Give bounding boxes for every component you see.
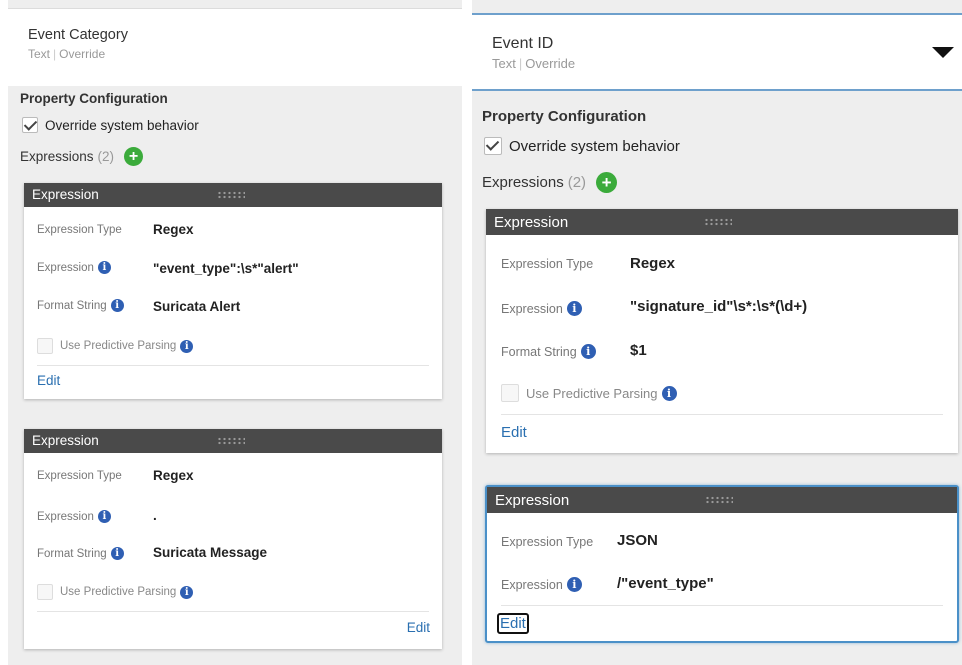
info-icon[interactable]: i: [566, 301, 582, 316]
drag-handle-icon[interactable]: [704, 218, 732, 226]
expression-label: Expression i: [501, 301, 582, 316]
drag-handle-icon[interactable]: [217, 437, 245, 445]
predictive-parsing-row[interactable]: Use Predictive Parsing i: [37, 584, 194, 600]
expression-type-value: JSON: [617, 532, 658, 549]
expression-type-label: Expression Type: [501, 257, 594, 271]
info-icon[interactable]: i: [180, 585, 194, 599]
expression-card-title: Expression: [494, 214, 569, 231]
override-label: Override system behavior: [45, 117, 199, 133]
card-divider: [501, 605, 943, 606]
expression-type-value: Regex: [153, 222, 194, 237]
property-name: Event Category: [28, 27, 128, 43]
expression-value: "signature_id"\s*:\s*(\d+): [630, 298, 808, 315]
expression-label: Expression i: [501, 577, 582, 592]
format-string-value: $1: [630, 342, 647, 359]
property-name: Event ID: [492, 35, 554, 52]
card-divider: [501, 414, 943, 415]
predictive-parsing-row[interactable]: Use Predictive Parsing i: [501, 384, 677, 402]
info-icon[interactable]: i: [97, 261, 111, 274]
expression-card-title: Expression: [495, 492, 570, 509]
format-string-label: Format String i: [501, 344, 596, 359]
edit-link[interactable]: Edit: [501, 424, 527, 441]
expression-type-value: Regex: [153, 468, 194, 483]
edit-link[interactable]: Edit: [37, 373, 60, 388]
add-icon[interactable]: +: [596, 172, 618, 193]
config-title: Property Configuration: [482, 108, 647, 125]
expression-label: Expression i: [37, 261, 111, 274]
predictive-parsing-label: Use Predictive Parsing: [60, 586, 177, 598]
expression-card: Expression Expression Type Regex Express…: [486, 209, 958, 453]
property-type: Text: [492, 56, 516, 71]
info-icon[interactable]: i: [97, 510, 111, 523]
predictive-parsing-label: Use Predictive Parsing: [526, 385, 658, 401]
override-row[interactable]: Override system behavior: [22, 117, 199, 133]
drag-handle-icon[interactable]: [705, 496, 733, 504]
format-string-label: Format String i: [37, 299, 124, 312]
format-string-value: Suricata Alert: [153, 299, 241, 314]
property-header[interactable]: Event ID Text | Override: [472, 13, 962, 91]
drag-handle-icon[interactable]: [217, 191, 245, 199]
override-checkbox[interactable]: [484, 137, 502, 155]
expression-type-value: Regex: [630, 255, 676, 272]
predictive-parsing-row[interactable]: Use Predictive Parsing i: [37, 338, 194, 354]
expression-type-label: Expression Type: [37, 224, 122, 236]
property-meta: Text | Override: [492, 56, 576, 71]
expression-value: .: [153, 508, 157, 523]
info-icon[interactable]: i: [661, 385, 677, 401]
left-property-panel: Event Category Text | Override Property Co…: [8, 0, 462, 665]
expression-card: Expression Expression Type JSON Expressi…: [485, 485, 959, 643]
predictive-parsing-checkbox[interactable]: [501, 384, 519, 402]
format-string-value: Suricata Message: [153, 545, 268, 560]
edit-link[interactable]: Edit: [497, 613, 529, 634]
expressions-row: Expressions (2) +: [20, 147, 144, 166]
expressions-row: Expressions (2) +: [482, 172, 618, 193]
add-icon[interactable]: +: [124, 147, 144, 166]
override-checkbox[interactable]: [22, 117, 38, 133]
override-label: Override system behavior: [509, 137, 680, 155]
expressions-label: Expressions: [482, 174, 564, 191]
info-icon[interactable]: i: [180, 339, 194, 353]
override-row[interactable]: Override system behavior: [484, 137, 680, 155]
expressions-count: (2): [97, 149, 115, 164]
info-icon[interactable]: i: [110, 299, 124, 312]
info-icon[interactable]: i: [566, 577, 582, 592]
expression-card-header[interactable]: Expression: [487, 487, 957, 513]
property-mode: Override: [59, 47, 106, 61]
config-title: Property Configuration: [20, 91, 168, 106]
expression-card: Expression Expression Type Regex Express…: [24, 429, 442, 649]
info-icon[interactable]: i: [110, 547, 124, 560]
expressions-label: Expressions: [20, 149, 94, 164]
expression-card-title: Expression: [32, 187, 99, 202]
expression-card-header[interactable]: Expression: [24, 429, 442, 453]
expression-card-header[interactable]: Expression: [24, 183, 442, 207]
edit-link[interactable]: Edit: [407, 620, 430, 635]
card-divider: [37, 365, 429, 366]
expressions-count: (2): [567, 174, 587, 191]
predictive-parsing-checkbox[interactable]: [37, 584, 53, 600]
predictive-parsing-checkbox[interactable]: [37, 338, 53, 354]
expression-type-label: Expression Type: [37, 470, 122, 482]
property-type: Text: [28, 47, 51, 61]
card-divider: [37, 611, 429, 612]
property-meta: Text | Override: [28, 47, 106, 61]
expression-type-label: Expression Type: [501, 535, 594, 549]
predictive-parsing-label: Use Predictive Parsing: [60, 340, 177, 352]
expression-label: Expression i: [37, 510, 111, 523]
info-icon[interactable]: i: [580, 344, 596, 359]
expression-value: "event_type":\s*"alert": [153, 261, 299, 276]
property-mode: Override: [525, 56, 576, 71]
expression-card-title: Expression: [32, 433, 99, 448]
right-property-panel: Event ID Text | Override Property Configur…: [472, 0, 962, 665]
expression-value: /"event_type": [617, 575, 714, 592]
format-string-label: Format String i: [37, 547, 124, 560]
expression-card: Expression Expression Type Regex Express…: [24, 183, 442, 399]
property-header[interactable]: Event Category Text | Override: [8, 8, 462, 86]
caret-down-icon[interactable]: [932, 47, 954, 58]
expression-card-header[interactable]: Expression: [486, 209, 958, 235]
